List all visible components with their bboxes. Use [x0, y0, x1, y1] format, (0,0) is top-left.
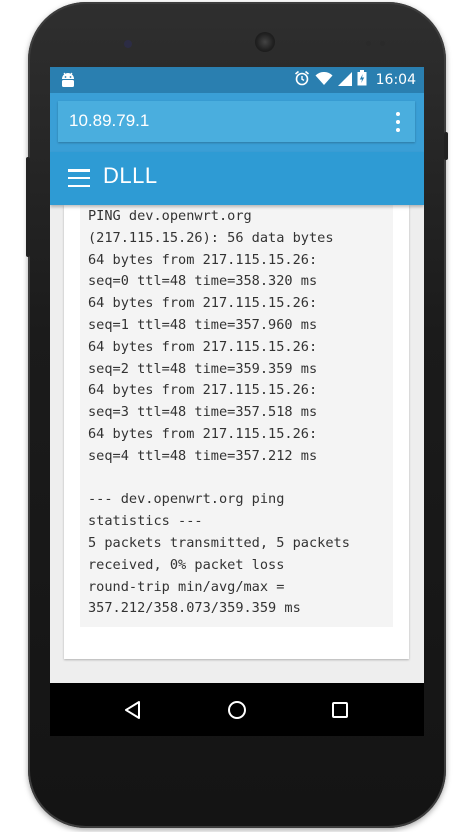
wifi-icon	[315, 71, 333, 90]
content-area[interactable]: PING dev.openwrt.org (217.115.15.26): 56…	[50, 205, 424, 683]
address-field[interactable]: 10.89.79.1	[58, 101, 415, 142]
address-text[interactable]: 10.89.79.1	[69, 111, 149, 131]
home-icon[interactable]	[223, 696, 251, 724]
app-title: DLLL	[103, 163, 158, 188]
alarm-icon	[294, 70, 310, 90]
volume-button	[26, 157, 30, 257]
navigation-bar	[50, 683, 424, 736]
battery-charging-icon	[357, 70, 367, 90]
light-sensor	[380, 41, 385, 46]
front-camera	[124, 40, 132, 48]
ping-output-text: PING dev.openwrt.org (217.115.15.26): 56…	[88, 208, 350, 617]
clock: 16:04	[375, 72, 416, 88]
power-button	[444, 132, 448, 160]
earpiece-speaker	[255, 32, 275, 52]
overflow-menu-icon[interactable]	[389, 110, 407, 134]
hamburger-menu-icon[interactable]	[68, 169, 90, 187]
ping-output-box: PING dev.openwrt.org (217.115.15.26): 56…	[80, 205, 393, 627]
url-bar: 10.89.79.1	[50, 93, 424, 152]
screen: 16:04 10.89.79.1 DLLL PING dev.openwrt.o…	[50, 67, 424, 736]
output-card: PING dev.openwrt.org (217.115.15.26): 56…	[64, 205, 409, 659]
back-icon[interactable]	[119, 696, 147, 724]
android-icon	[60, 71, 76, 89]
status-bar: 16:04	[50, 67, 424, 93]
app-bar: DLLL	[50, 152, 424, 205]
proximity-sensor	[366, 41, 371, 46]
cell-signal-icon	[337, 71, 352, 90]
status-icons: 16:04	[294, 67, 416, 93]
recents-icon[interactable]	[326, 696, 354, 724]
